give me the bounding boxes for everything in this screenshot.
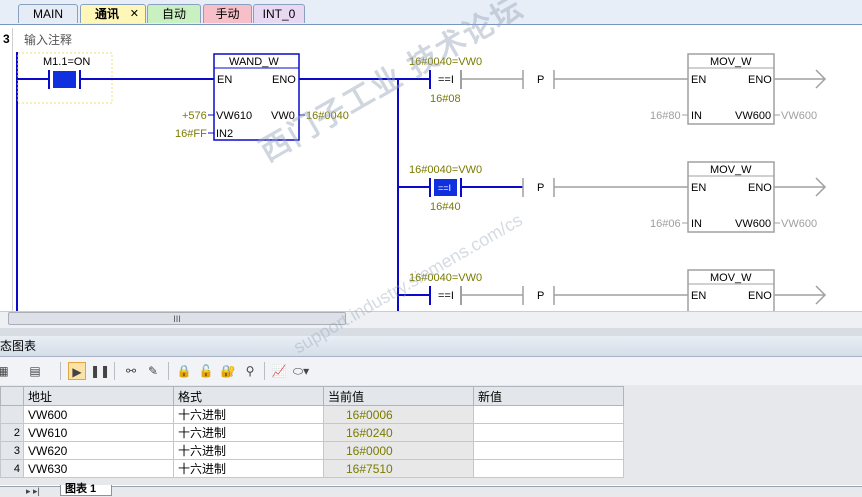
rung3-op: ==I [438,290,454,302]
toolbar-separator [264,362,265,380]
format-cell[interactable]: 十六进制 [173,423,324,442]
panel-splitter[interactable] [0,328,862,336]
table-row[interactable]: 3 VW620 十六进制 16#0000 [0,441,624,460]
format-cell[interactable]: 十六进制 [173,405,324,424]
play-icon[interactable]: ▶ [68,362,86,380]
rung1-p: P [537,74,544,86]
pencil-icon[interactable]: ✎ [144,362,162,380]
rung1-mov-in-pin: IN [691,110,702,122]
rung2-mov-out-value: VW600 [781,218,817,230]
glasses-icon[interactable]: ⚯ [122,362,140,380]
table-row[interactable]: VW600 十六进制 16#0006 [0,405,624,424]
rung3-p: P [537,290,544,302]
rung2-compare-top: 16#0040=VW0 [409,164,482,176]
current-value-cell: 16#0240 [323,423,474,442]
wand-title: WAND_W [229,56,279,68]
address-cell[interactable]: VW630 [23,459,174,478]
wand-in1-value: +576 [182,110,207,122]
column-header-format[interactable]: 格式 [173,386,324,406]
status-chart-toolbar: ▦ ▤ ▶ ❚❚ ⚯ ✎ 🔒 🔓 🔐 ⚲ 📈 ⬭▾ [0,357,862,386]
trend-chart-icon[interactable]: 📈 [270,362,288,380]
read-all-icon[interactable]: ⚲ [241,362,259,380]
rung1-mov-in-value: 16#80 [650,110,681,122]
status-chart-table: 地址 格式 当前值 新值 VW600 十六进制 16#0006 2 VW610 … [0,386,624,478]
new-value-cell[interactable] [473,405,624,424]
wand-in2-value: 16#FF [175,128,207,140]
table-header-row: 地址 格式 当前值 新值 [0,386,624,406]
column-header-new[interactable]: 新值 [473,386,624,406]
toolbar-separator [60,362,61,380]
rung1-op: ==I [438,74,454,86]
row-number: 4 [0,459,24,478]
rung1-mov-title: MOV_W [710,56,752,68]
lock-add-icon[interactable]: 🔐 [219,362,237,380]
new-value-cell[interactable] [473,423,624,442]
current-value-cell: 16#0000 [323,441,474,460]
row-number-header [0,386,24,406]
current-value-cell: 16#0006 [323,405,474,424]
rung2-p: P [537,182,544,194]
rung2-mov-in-pin: IN [691,218,702,230]
rung3-mov-eno: ENO [748,290,772,302]
contact-label: M1.1=ON [43,56,90,68]
rung3-mov-title: MOV_W [710,272,752,284]
rung1-mov-en: EN [691,74,706,86]
row-number: 3 [0,441,24,460]
wand-eno: ENO [272,74,296,86]
scrollbar-thumb[interactable]: III [8,312,346,325]
rung1-mov-eno: ENO [748,74,772,86]
tag-dropdown-icon[interactable]: ⬭▾ [292,362,310,380]
sheet-nav-arrows[interactable]: ▸ ▸| [26,486,40,497]
rung2-mov-in-value: 16#06 [650,218,681,230]
toolbar-separator [168,362,169,380]
format-cell[interactable]: 十六进制 [173,441,324,460]
address-cell[interactable]: VW620 [23,441,174,460]
sheet-tab-chart1[interactable]: 图表 1 [60,484,112,496]
current-value-cell: 16#7510 [323,459,474,478]
column-header-current[interactable]: 当前值 [323,386,474,406]
table-icon[interactable]: ▦ [0,362,12,380]
insert-row-icon[interactable]: ▤ [26,362,44,380]
rung1-mov-out-pin: VW600 [735,110,771,122]
rung2-mov-out-pin: VW600 [735,218,771,230]
wand-in2-pin: IN2 [216,128,233,140]
unlock-icon[interactable]: 🔓 [197,362,215,380]
table-row[interactable]: 4 VW630 十六进制 16#7510 [0,459,624,478]
wand-en: EN [217,74,232,86]
rung2-mov-en: EN [691,182,706,194]
wand-in1-pin: VW610 [216,110,252,122]
rung2-mov-title: MOV_W [710,164,752,176]
column-header-address[interactable]: 地址 [23,386,174,406]
status-chart-title: 态图表 [0,336,862,357]
contact-active-block [53,71,76,88]
pause-icon[interactable]: ❚❚ [90,362,110,380]
rung3-mov-en: EN [691,290,706,302]
rung2-op: ==I [438,183,451,193]
row-number [0,405,24,424]
new-value-cell[interactable] [473,459,624,478]
toolbar-separator [114,362,115,380]
address-cell[interactable]: VW600 [23,405,174,424]
row-number: 2 [0,423,24,442]
new-value-cell[interactable] [473,441,624,460]
lock-icon[interactable]: 🔒 [175,362,193,380]
rung1-mov-out-value: VW600 [781,110,817,122]
sheet-tab-bar [0,486,862,497]
rung2-mov-eno: ENO [748,182,772,194]
rung1-compare-bottom: 16#08 [430,93,461,105]
format-cell[interactable]: 十六进制 [173,459,324,478]
table-row[interactable]: 2 VW610 十六进制 16#0240 [0,423,624,442]
rung2-compare-bottom: 16#40 [430,201,461,213]
address-cell[interactable]: VW610 [23,423,174,442]
